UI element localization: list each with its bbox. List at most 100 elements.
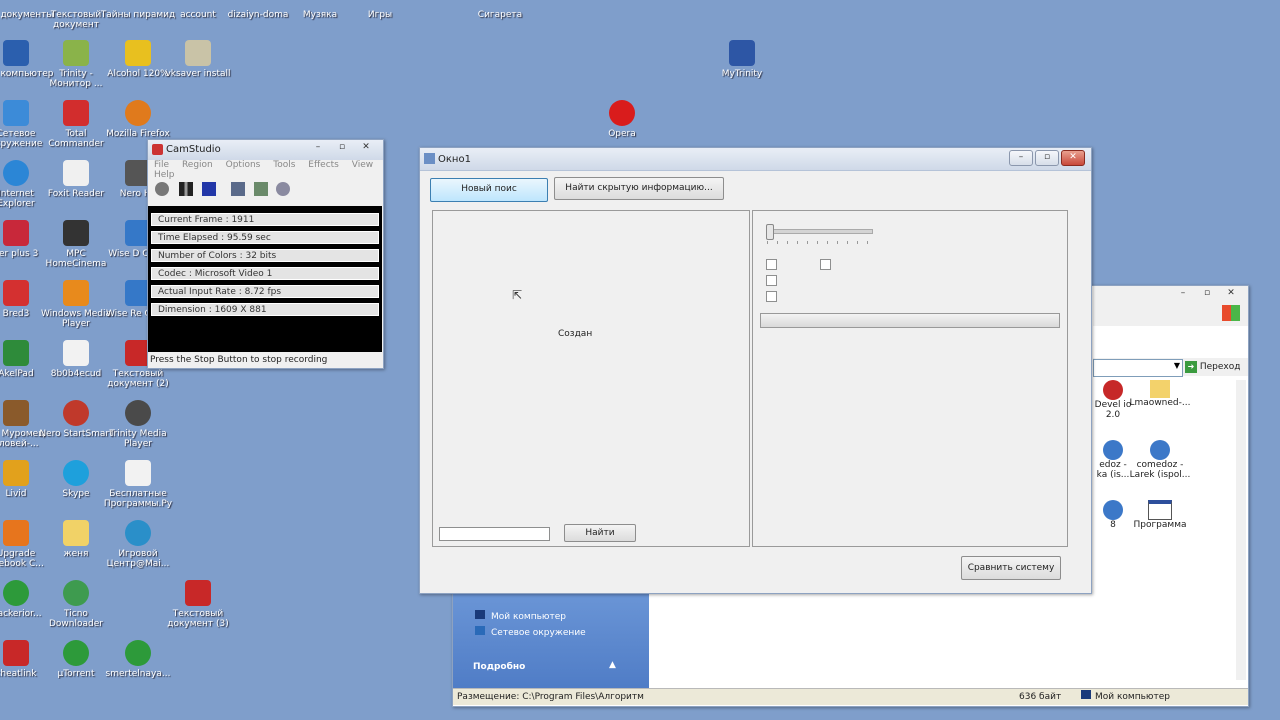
minimize-button[interactable]: – xyxy=(1009,150,1033,166)
file-label: comedoz - Larek (ispol... xyxy=(1129,460,1191,480)
status-location: Размещение: C:\Program Files\Алгоритм xyxy=(457,692,644,702)
slider-thumb[interactable] xyxy=(766,224,774,240)
torrent-icon xyxy=(125,640,151,666)
compare-system-button[interactable]: Сравнить систему xyxy=(961,556,1061,580)
desktop-icon[interactable]: Mozilla Firefox xyxy=(100,100,176,139)
sidebar-header-details[interactable]: Подробно xyxy=(473,662,525,672)
desktop-icon[interactable]: vksaver install xyxy=(160,40,236,79)
file-label: 8 xyxy=(1110,520,1116,530)
slider-track[interactable] xyxy=(766,224,873,240)
desktop-icon[interactable]: Ticno Downloader xyxy=(38,580,114,629)
nero-icon xyxy=(63,400,89,426)
find-hidden-info-button[interactable]: Найти скрытую информацию... xyxy=(554,177,724,200)
close-button[interactable]: ✕ xyxy=(1061,150,1085,166)
collapse-icon[interactable]: ▲ xyxy=(609,660,616,670)
checkbox-3[interactable] xyxy=(766,275,777,286)
menu-options[interactable]: Options xyxy=(226,160,261,170)
firefox-icon xyxy=(125,100,151,126)
skype-icon xyxy=(63,460,89,486)
checkbox-4[interactable] xyxy=(766,291,777,302)
find-button[interactable]: Найти xyxy=(564,524,636,542)
file-icon xyxy=(1103,380,1123,400)
document-icon xyxy=(3,640,29,666)
web-icon[interactable] xyxy=(276,182,290,196)
icon-label: Игровой Центр@Mai... xyxy=(106,549,170,569)
desktop-icon[interactable]: Opera xyxy=(584,100,660,139)
file-item[interactable]: Программа xyxy=(1123,500,1197,530)
sidebar-item-my-computer[interactable]: Мой компьютер xyxy=(475,610,566,622)
options-icon[interactable] xyxy=(254,182,268,196)
close-button[interactable]: ✕ xyxy=(1220,287,1242,301)
desktop-icon[interactable]: smertelnaya... xyxy=(100,640,176,679)
mouse-cursor-icon: ⇱ xyxy=(512,288,523,302)
stop-icon[interactable] xyxy=(202,182,216,196)
menu-effects[interactable]: Effects xyxy=(308,160,339,170)
address-bar: ▼ ➜ Переход xyxy=(1093,358,1248,377)
file-label: Lmaowned-... xyxy=(1129,398,1191,408)
maximize-button[interactable]: ▫ xyxy=(1035,150,1059,166)
desktop-icon[interactable]: Trinity Media Player xyxy=(100,400,176,449)
icon-label: Текстовый документ (2) xyxy=(107,369,169,389)
menu-view[interactable]: View xyxy=(352,160,373,170)
okno1-window[interactable]: Окно1 – ▫ ✕ Новый поис Найти скрытую инф… xyxy=(419,147,1092,594)
pause-icon[interactable] xyxy=(179,182,193,196)
torrent-icon xyxy=(3,580,29,606)
stat-time-elapsed: Time Elapsed : 95.59 sec xyxy=(151,231,379,244)
document-icon xyxy=(63,340,89,366)
menu-file[interactable]: File xyxy=(154,160,169,170)
mpc-icon xyxy=(63,220,89,246)
camstudio-window[interactable]: CamStudio – ▫ ✕ File Region Options Tool… xyxy=(147,139,384,369)
go-arrow-icon: ➜ xyxy=(1185,361,1197,373)
scrollbar-vertical[interactable] xyxy=(1236,380,1246,680)
maximize-button[interactable]: ▫ xyxy=(1196,287,1218,301)
minimize-button[interactable]: – xyxy=(307,141,329,155)
window-app-icon xyxy=(424,153,435,164)
explorer-titlebar[interactable]: – ▫ ✕ xyxy=(1093,286,1248,302)
menu-tools[interactable]: Tools xyxy=(273,160,295,170)
explorer-statusbar: Размещение: C:\Program Files\Алгоритм 63… xyxy=(453,688,1248,705)
status-computer-label: Мой компьютер xyxy=(1095,692,1170,702)
new-search-button[interactable]: Новый поис xyxy=(430,178,548,202)
sidebar-item-network[interactable]: Сетевое окружение xyxy=(475,626,586,638)
folder-icon xyxy=(1150,380,1170,398)
desktop-icon[interactable]: MyTrinity xyxy=(704,40,780,79)
created-label: Создан xyxy=(558,329,593,339)
minimize-button[interactable]: – xyxy=(1172,287,1194,301)
okno1-titlebar[interactable]: Окно1 – ▫ ✕ xyxy=(420,148,1091,171)
media-file-icon xyxy=(1103,500,1123,520)
game-icon xyxy=(125,520,151,546)
stat-current-frame: Current Frame : 1911 xyxy=(151,213,379,226)
explorer-file-area: Devel io 2.0 Lmaowned-... edoz - ka (is.… xyxy=(1093,380,1233,680)
camstudio-titlebar[interactable]: CamStudio – ▫ ✕ xyxy=(148,140,383,161)
go-button[interactable]: ➜ Переход xyxy=(1185,359,1247,375)
maximize-button[interactable]: ▫ xyxy=(331,141,353,155)
file-item[interactable]: Lmaowned-... xyxy=(1123,380,1197,408)
folder-icon xyxy=(63,520,89,546)
desktop-icon-label[interactable]: Сигарета xyxy=(462,10,538,20)
download-icon xyxy=(3,220,29,246)
checkbox-2[interactable] xyxy=(820,259,831,270)
desktop-icon[interactable]: Игровой Центр@Mai... xyxy=(100,520,176,569)
chevron-down-icon: ▼ xyxy=(1173,361,1180,370)
right-panel xyxy=(752,210,1068,547)
checkbox-1[interactable] xyxy=(766,259,777,270)
menu-region[interactable]: Region xyxy=(182,160,213,170)
status-size: 636 байт xyxy=(1019,692,1062,702)
document-icon xyxy=(125,460,151,486)
icon-label: MyTrinity xyxy=(721,69,763,79)
desktop-icon[interactable]: Бесплатные Программы.Ру xyxy=(100,460,176,509)
icon-label: smertelnaya... xyxy=(105,669,171,679)
progress-bar xyxy=(760,313,1060,328)
search-input[interactable] xyxy=(439,527,550,541)
file-item[interactable]: comedoz - Larek (ispol... xyxy=(1123,440,1197,480)
address-dropdown[interactable]: ▼ xyxy=(1093,359,1183,377)
mytrinity-icon xyxy=(729,40,755,66)
desktop-icon[interactable]: Текстовый документ (3) xyxy=(160,580,236,629)
icon-label: Бесплатные Программы.Ру xyxy=(103,489,173,509)
go-button-label: Переход xyxy=(1199,362,1241,372)
desktop-icon-label[interactable]: Игры xyxy=(342,10,418,20)
region-icon[interactable] xyxy=(231,182,245,196)
close-button[interactable]: ✕ xyxy=(355,141,377,155)
explorer-sidebar: Мой компьютер Сетевое окружение Подробно… xyxy=(453,594,649,690)
record-icon[interactable] xyxy=(155,182,169,196)
